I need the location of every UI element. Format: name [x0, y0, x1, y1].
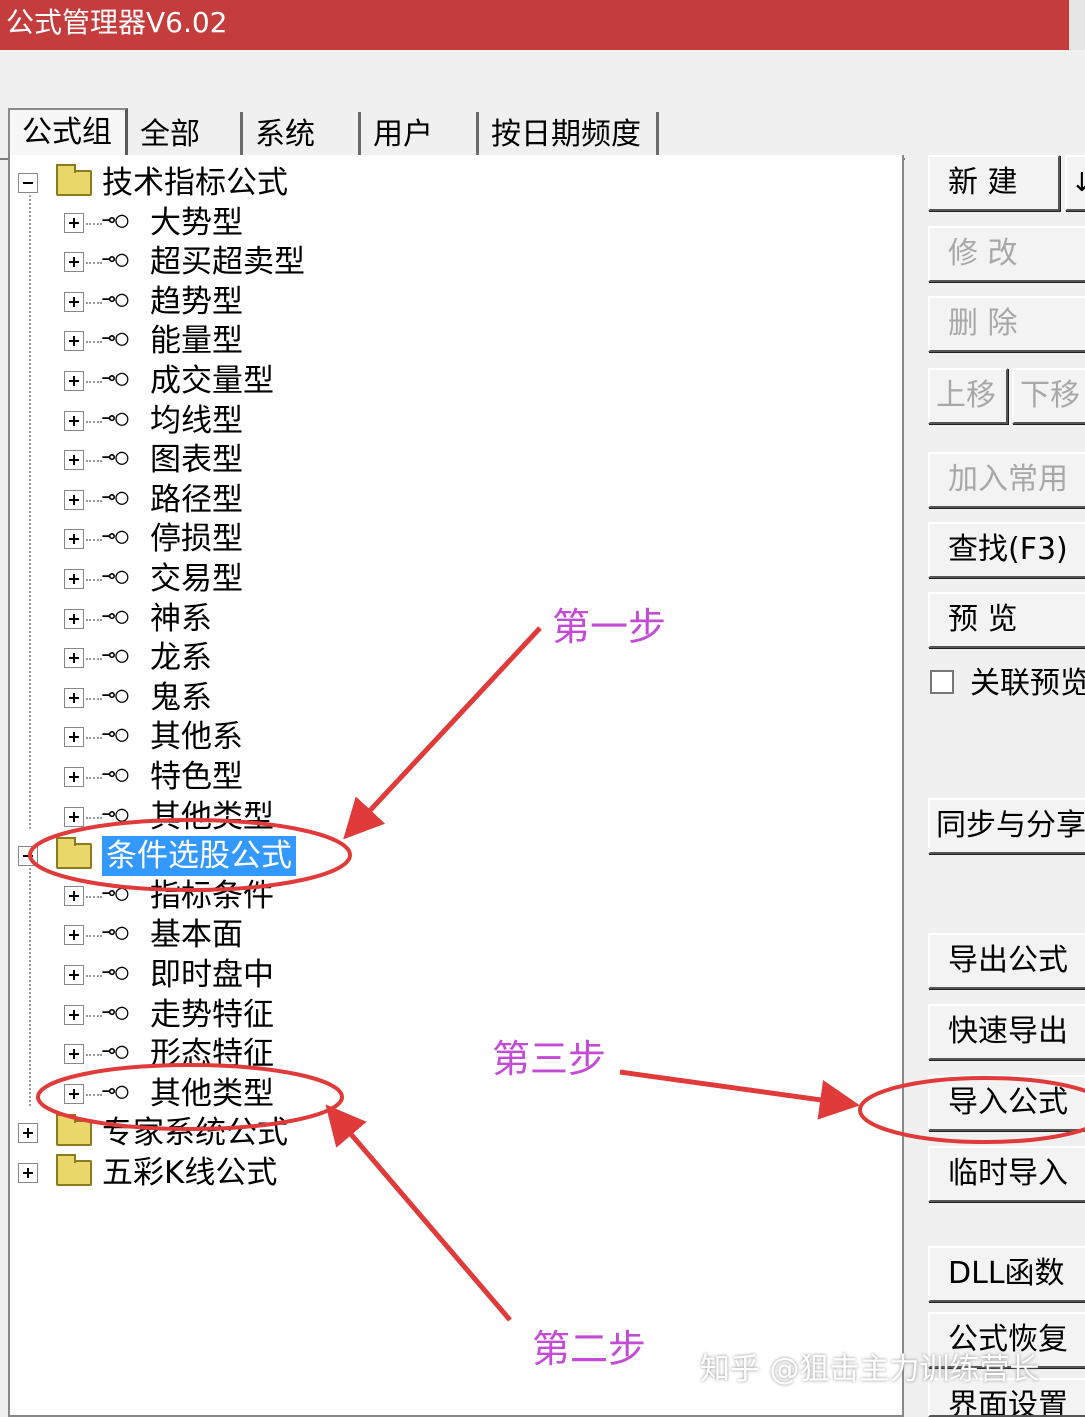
- step2-annotation: 第二步: [532, 1327, 647, 1371]
- watermark: 知乎 @狙击主力训练营长: [700, 1352, 1040, 1387]
- annotation-overlay: [28, 626, 1085, 1322]
- highlight-circle-other-type: [36, 1063, 344, 1131]
- arrow-step2: [325, 1104, 512, 1322]
- arrow-step1: [343, 626, 542, 840]
- step3-annotation: 第三步: [492, 1037, 607, 1081]
- step1-annotation: 第一步: [552, 605, 667, 649]
- highlight-circle-condition-group: [28, 818, 352, 892]
- highlight-circle-import: [858, 1076, 1085, 1144]
- arrow-step3: [619, 1069, 860, 1120]
